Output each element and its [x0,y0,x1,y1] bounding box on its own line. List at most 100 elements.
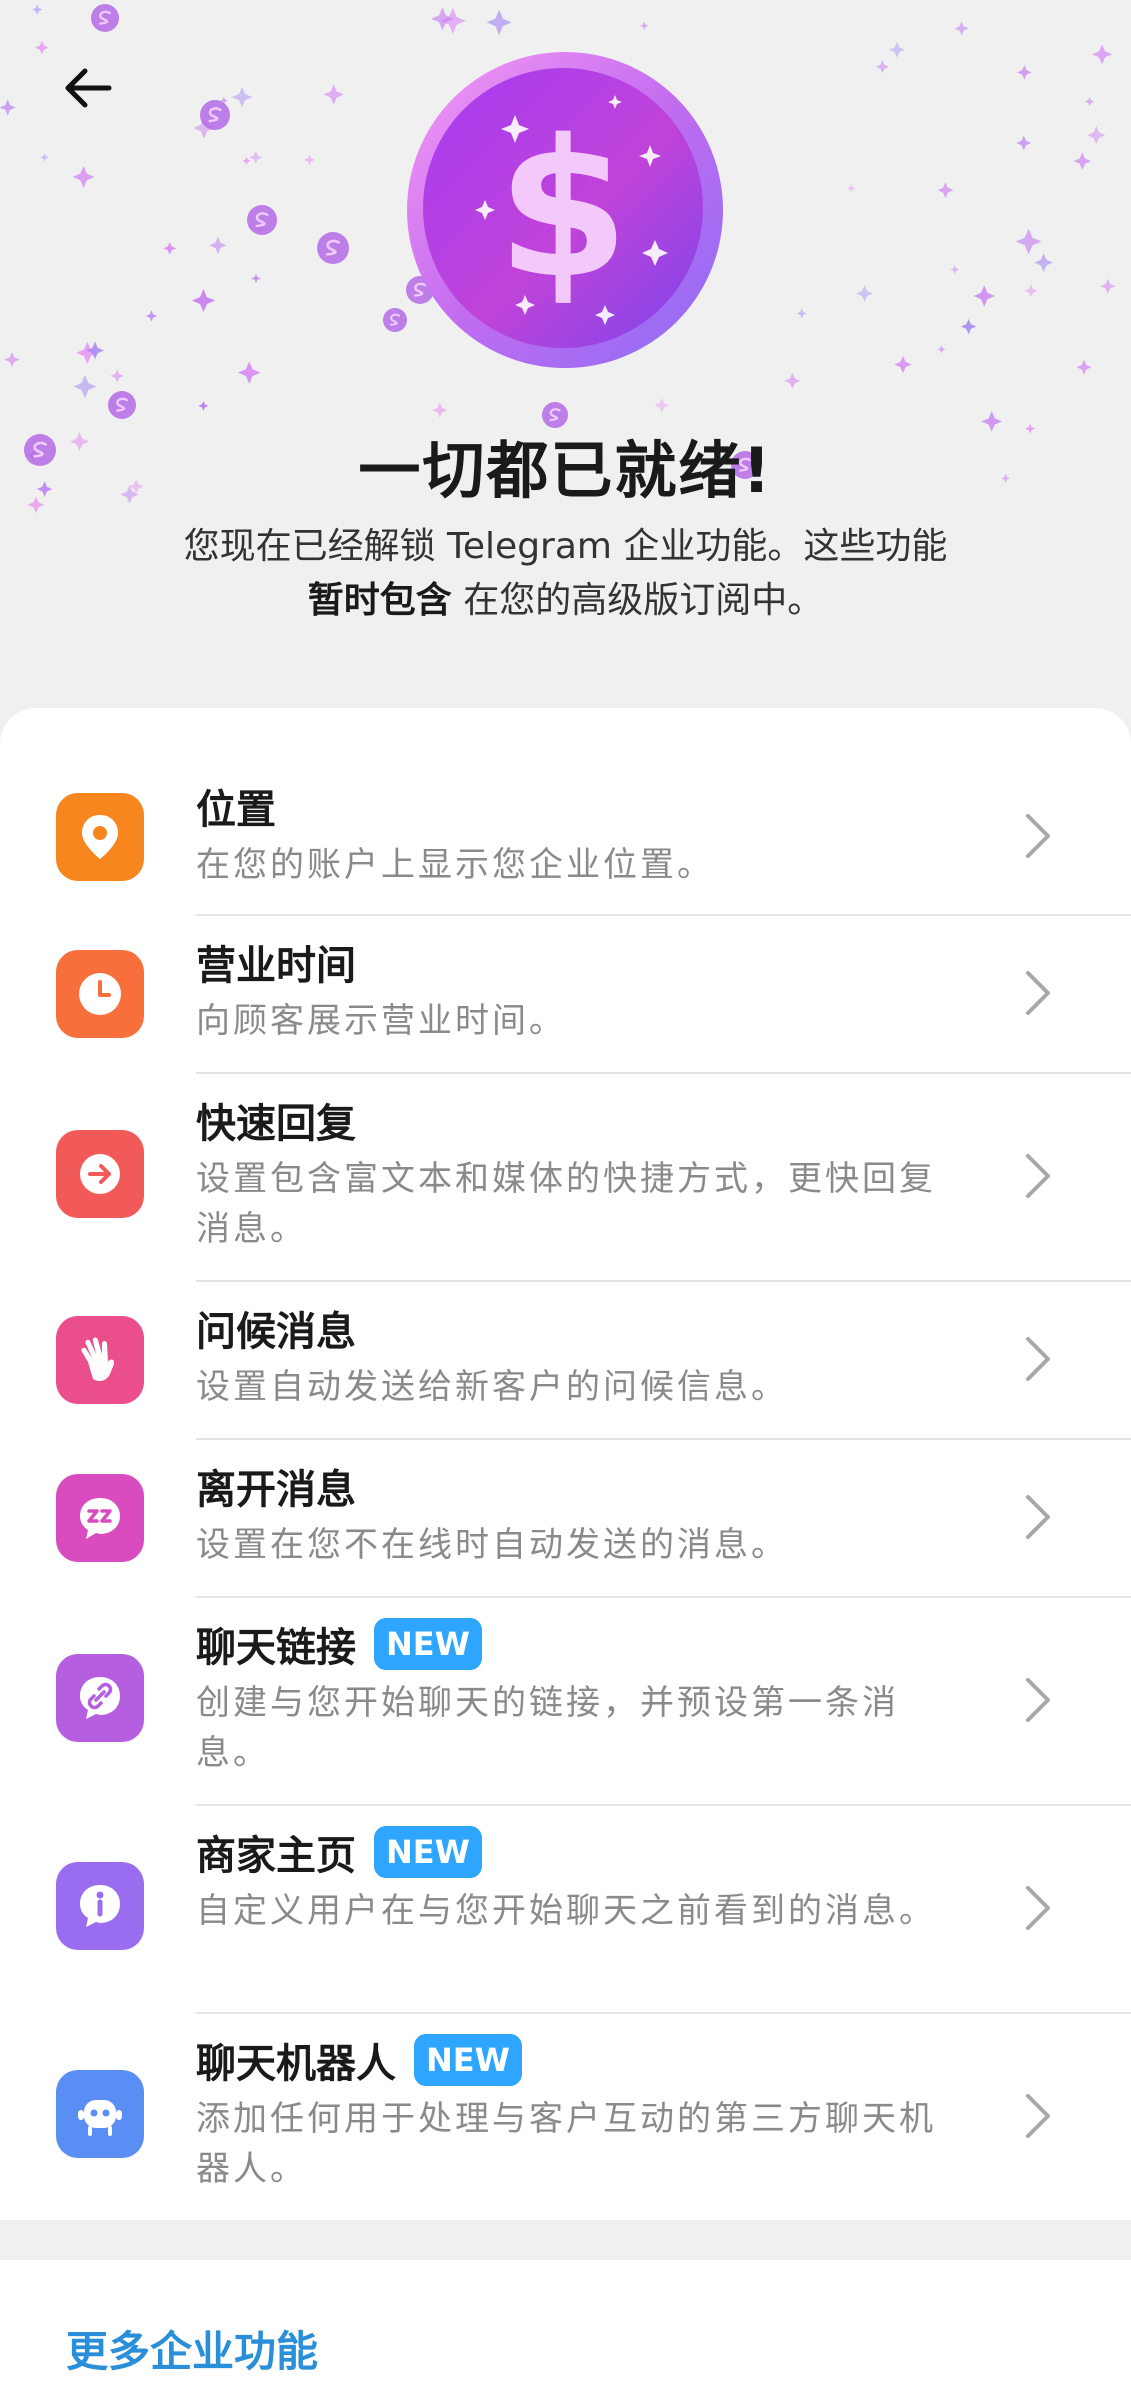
feature-title: 商家主页 [196,1833,356,1879]
feature-desc: 在您的账户上显示您企业位置。 [196,845,714,885]
sparkle [163,242,177,255]
sparkle [1015,228,1042,255]
sparkle [31,4,43,15]
feature-title: 聊天链接 [196,1625,356,1671]
feature-title: 离开消息 [196,1467,356,1513]
sparkle [954,21,969,36]
feature-desc: 创建与您开始聊天的链接，并预设第一条消息。 [196,1683,899,1773]
feature-row-hours[interactable]: 营业时间 向顾客展示营业时间。 [0,916,1131,1072]
feature-row-chat-links[interactable]: 聊天链接 NEW 创建与您开始聊天的链接，并预设第一条消息。 [0,1598,1131,1804]
sparkle [796,308,807,319]
sparkle [110,369,124,383]
feature-desc: 设置在您不在线时自动发送的消息。 [196,1525,788,1565]
feature-title: 问候消息 [196,1309,356,1355]
chevron-right-icon [1026,971,1050,1015]
sparkle [323,84,344,105]
arrow-left-icon [65,68,112,108]
feature-title-line: 聊天机器人 NEW [196,2030,522,2090]
chevron-right-icon [1026,1154,1050,1198]
feature-row-greeting[interactable]: 问候消息 设置自动发送给新客户的问候信息。 [0,1282,1131,1438]
sparkle [856,285,874,302]
sparkle [209,236,227,255]
sparkle [1034,253,1054,272]
back-button[interactable] [40,40,136,136]
sparkle [960,318,977,335]
sleep-zz-icon [56,1474,144,1562]
sparkle [73,374,97,399]
sparkle [40,153,49,162]
feature-title: 位置 [196,787,276,833]
sparkle [1100,278,1116,294]
quick-reply-arrow-icon [56,1130,144,1218]
sparkle [4,351,20,368]
feature-title-line: 位置 [196,776,276,836]
hero-description: 您现在已经解锁 Telegram 企业功能。这些功能 暂时包含 在您的高级版订阅中… [100,520,1031,628]
feature-title-line: 商家主页 NEW [196,1822,482,1882]
sparkle [1085,96,1095,107]
more-business-features-link[interactable]: 更多企业功能 [66,2318,318,2379]
sparkle [937,345,946,354]
sparkle [654,397,670,413]
sparkle [639,21,649,31]
sparkle [1017,65,1032,80]
feature-desc: 向顾客展示营业时间。 [196,1001,566,1041]
new-badge: NEW [414,2034,522,2086]
location-pin-icon [56,793,144,881]
sparkle [889,41,906,58]
sparkle [198,400,209,411]
chevron-right-icon [1026,814,1050,858]
chevron-right-icon [1026,1337,1050,1381]
feature-desc: 自定义用户在与您开始聊天之前看到的消息。 [196,1891,936,1931]
small-coin [383,308,407,332]
small-coin [200,100,230,130]
feature-row-chatbots[interactable]: 聊天机器人 NEW 添加任何用于处理与客户互动的第三方聊天机器人。 [0,2014,1131,2220]
info-icon [56,1862,144,1950]
sparkle [1087,126,1106,145]
feature-title-line: 聊天链接 NEW [196,1614,482,1674]
feature-title: 聊天机器人 [196,2041,396,2087]
new-badge: NEW [374,1618,482,1670]
dollar-coin-icon: $ [405,50,725,370]
sparkle [875,60,890,74]
sparkle [846,183,856,193]
feature-desc: 设置自动发送给新客户的问候信息。 [196,1367,788,1407]
feature-desc: 设置包含富文本和媒体的快捷方式，更快回复消息。 [196,1159,936,1249]
sparkle [1092,44,1112,65]
sparkle [231,86,253,108]
sparkle [249,150,263,164]
new-badge: NEW [374,1826,482,1878]
chat-link-icon [56,1654,144,1742]
sparkle [950,265,960,274]
feature-row-quick-replies[interactable]: 快速回复 设置包含富文本和媒体的快捷方式，更快回复消息。 [0,1074,1131,1280]
hero-desc-rest: 在您的高级版订阅中。 [451,580,824,621]
sparkle [973,285,995,307]
sparkle [432,402,448,418]
sparkle [486,9,512,35]
sparkle [303,154,315,166]
sparkle [242,156,251,166]
feature-row-away[interactable]: 离开消息 设置在您不在线时自动发送的消息。 [0,1440,1131,1596]
sparkle [72,165,95,188]
hero-desc-line1: 您现在已经解锁 Telegram 企业功能。这些功能 [183,526,948,567]
sparkle [1024,284,1038,298]
sparkle [1073,152,1092,170]
sparkle [937,182,954,199]
sparkle [0,99,16,116]
chevron-right-icon [1026,1886,1050,1930]
sparkle [145,310,158,322]
clock-icon [56,950,144,1038]
feature-desc: 添加任何用于处理与客户互动的第三方聊天机器人。 [196,2099,936,2189]
hero-section: $ 一切都已就绪! 您现在已经解锁 Telegram 企业功能。这些功能 暂时包含… [0,0,1131,710]
feature-title-line: 问候消息 [196,1298,356,1358]
chevron-right-icon [1026,1678,1050,1722]
feature-row-business-intro[interactable]: 商家主页 NEW 自定义用户在与您开始聊天之前看到的消息。 [0,1806,1131,2012]
hero-title: 一切都已就绪! [358,434,773,507]
chatbot-icon [56,2070,144,2158]
sparkle [1076,359,1092,375]
section-gap [0,2220,1131,2260]
chevron-right-icon [1026,1495,1050,1539]
waving-hand-icon [56,1316,144,1404]
sparkle [191,289,216,313]
feature-row-location[interactable]: 位置 在您的账户上显示您企业位置。 [0,758,1131,916]
small-coin [91,4,119,32]
